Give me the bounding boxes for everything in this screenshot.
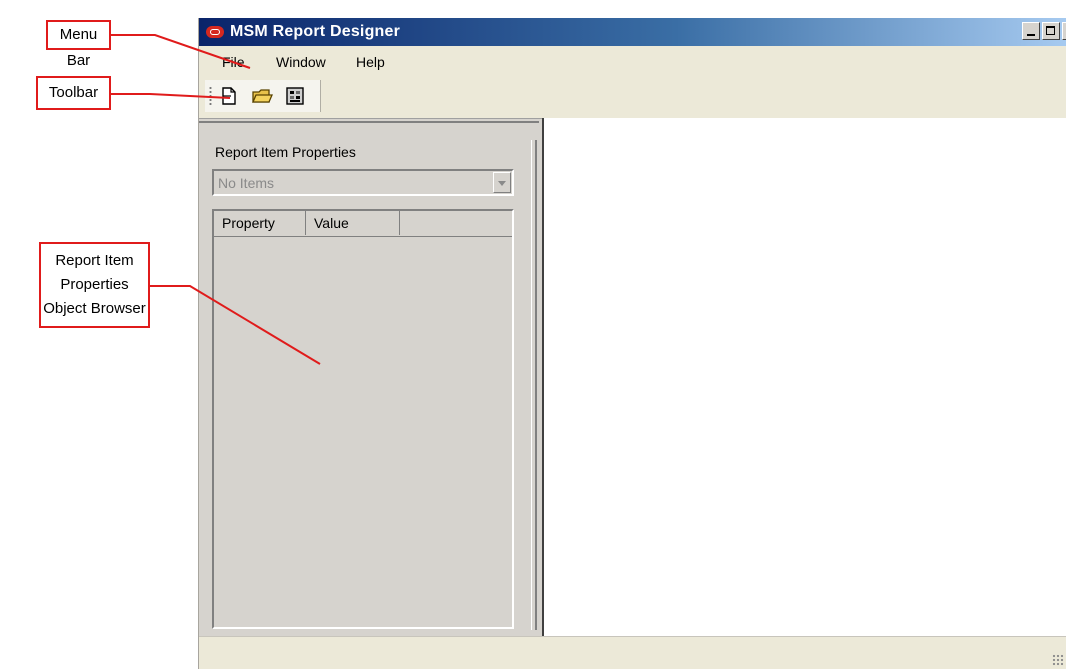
open-folder-button[interactable] [251,86,273,106]
callout-toolbar: Toolbar [36,76,111,110]
toolbar [205,80,321,112]
title-bar[interactable]: MSM Report Designer × [199,18,1066,46]
toolbar-strip [199,76,1066,119]
callout-menu-bar: Menu Bar [46,20,111,69]
app-window: MSM Report Designer × File Window Help [198,18,1066,669]
report-item-combo[interactable]: No Items [212,169,514,196]
report-design-area[interactable] [542,118,1066,636]
toolbar-grip-icon[interactable] [209,86,212,106]
new-document-button[interactable] [219,86,239,106]
panel-title: Report Item Properties [215,144,356,160]
menu-file[interactable]: File [222,54,245,70]
properties-button[interactable] [285,86,305,106]
maximize-button[interactable] [1042,22,1060,40]
callout-object-browser-line-2: Properties [60,276,129,293]
menu-window[interactable]: Window [276,54,326,70]
properties-icon [286,87,304,105]
property-grid-header: Property Value [214,211,512,237]
status-bar [199,636,1066,669]
menu-help[interactable]: Help [356,54,385,70]
oracle-logo-icon [206,26,224,38]
chevron-down-icon[interactable] [493,172,511,193]
window-controls: × [1022,22,1066,40]
maximize-icon [1046,26,1055,35]
property-grid[interactable]: Property Value [212,209,514,629]
callout-object-browser-line-3: Object Browser [43,300,146,317]
resize-grip-icon[interactable] [1052,654,1064,666]
new-document-icon [222,87,236,105]
menu-bar: File Window Help [199,46,1066,76]
open-folder-icon [252,89,273,103]
callout-object-browser: Report Item Properties Object Browser [39,242,150,328]
close-button[interactable]: × [1062,22,1066,40]
minimize-button[interactable] [1022,22,1040,40]
column-header-property[interactable]: Property [214,211,306,235]
window-title: MSM Report Designer [230,23,401,40]
column-header-value[interactable]: Value [306,211,400,235]
callout-object-browser-line-1: Report Item [55,252,134,269]
minimize-icon [1027,34,1035,36]
combo-value: No Items [218,175,275,191]
panel-splitter[interactable] [529,140,539,630]
report-item-properties-panel: Report Item Properties No Items Property… [199,121,539,633]
